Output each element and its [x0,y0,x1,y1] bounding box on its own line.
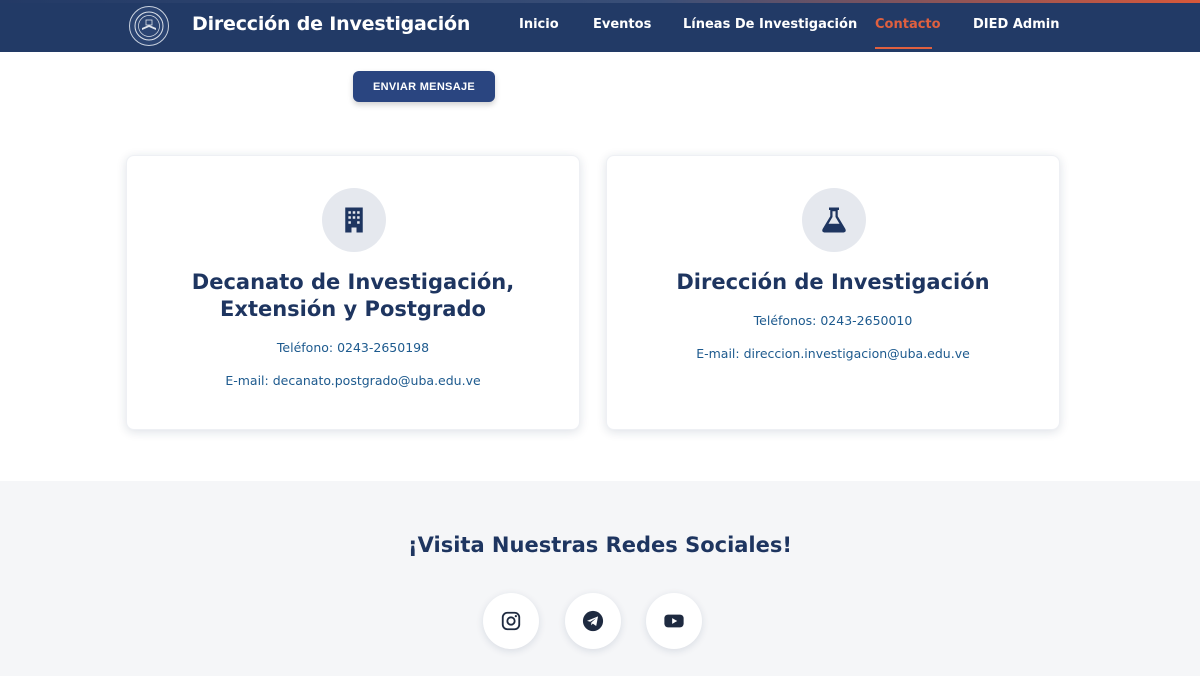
send-message-button[interactable]: ENVIAR MENSAJE [353,71,495,102]
instagram-icon [500,610,522,632]
telegram-button[interactable] [565,593,621,649]
site-header: Dirección de Investigación Inicio Evento… [0,3,1200,52]
card-phone: Teléfonos: 0243-2650010 [753,313,913,328]
telegram-icon [582,610,604,632]
card-phone: Teléfono: 0243-2650198 [276,340,430,355]
nav-inicio[interactable]: Inicio [519,17,559,32]
card-title-line1: Decanato de Investigación, [191,270,515,294]
card-title-line1: Dirección de Investigación [676,270,990,294]
flask-icon [802,188,866,252]
youtube-icon [663,610,685,632]
contact-card-direccion: Dirección de Investigación Teléfonos: 02… [606,155,1060,430]
nav-active-underline [875,47,932,49]
contact-card-decanato: Decanato de Investigación, Extensión y P… [126,155,580,430]
social-title: ¡Visita Nuestras Redes Sociales! [408,533,792,557]
card-email[interactable]: E-mail: direccion.investigacion@uba.edu.… [607,346,1059,361]
nav-eventos[interactable]: Eventos [593,17,651,32]
nav-died-admin[interactable]: DIED Admin [973,17,1059,32]
youtube-button[interactable] [646,593,702,649]
instagram-button[interactable] [483,593,539,649]
main-nav: Inicio Eventos Líneas De Investigación C… [0,17,1200,49]
social-section: ¡Visita Nuestras Redes Sociales! [0,481,1200,676]
nav-lineas-de-investigacion[interactable]: Líneas De Investigación [683,17,857,32]
card-title-line2: Extensión y Postgrado [220,297,486,321]
nav-contacto[interactable]: Contacto [875,17,941,32]
card-email[interactable]: E-mail: decanato.postgrado@uba.edu.ve [127,373,579,388]
building-icon [322,188,386,252]
